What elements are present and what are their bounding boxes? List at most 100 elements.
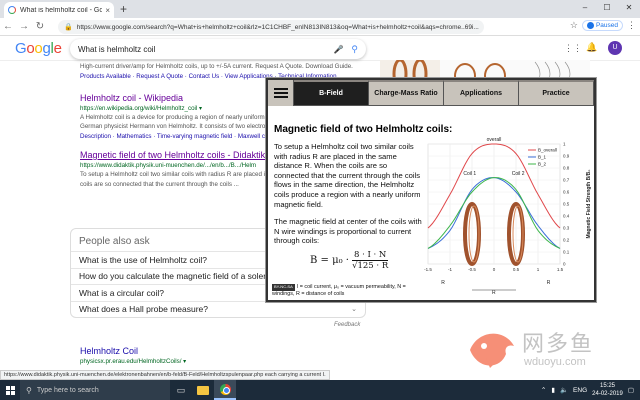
logo-letter: g [42, 40, 51, 57]
tab-strip: What is helmholtz coil - Google × + – ☐ … [0, 0, 640, 18]
chevron-down-icon: ⌄ [351, 306, 357, 314]
tab-close-icon[interactable]: × [105, 6, 110, 15]
back-icon[interactable]: ← [0, 21, 16, 32]
browser-toolbar: ← → ↻ 🔒 https://www.google.com/search?q=… [0, 18, 640, 36]
distance-label: R [492, 290, 496, 296]
y-tick-label: 0.8 [563, 166, 570, 171]
file-explorer-icon[interactable] [192, 380, 214, 400]
y-tick-label: 0.5 [563, 202, 570, 207]
browser-tab[interactable]: What is helmholtz coil - Google × [4, 2, 114, 18]
clock[interactable]: 15:25 24-02-2019 [592, 382, 623, 398]
notification-center-icon[interactable]: ▢ [628, 386, 634, 394]
y-tick-label: 0.4 [563, 214, 570, 219]
y-tick-label: 0.3 [563, 226, 570, 231]
tab-charge-mass-ratio[interactable]: Charge-Mass Ratio [369, 80, 444, 105]
formula-fraction: 8 · I · N √125 · R [351, 250, 389, 271]
avatar[interactable]: U [608, 41, 622, 55]
distance-label: R [441, 280, 445, 286]
paa-question-text: What does a Hall probe measure? [79, 304, 208, 315]
legend-entry: B_overall [538, 148, 557, 153]
chrome-taskbar-icon[interactable] [214, 380, 236, 400]
result-url[interactable]: physicsx.pr.erau.edu/HelmholtzCoils/ ▾ [80, 357, 186, 366]
mic-icon[interactable]: 🎤 [333, 45, 343, 54]
tab-applications[interactable]: Applications [444, 80, 519, 105]
paa-question-text: How do you calculate the magnetic field … [79, 271, 285, 282]
system-tray: ⌃ ▮ 🔈 ENG 15:25 24-02-2019 ▢ [541, 380, 634, 400]
bookmark-star-icon[interactable]: ☆ [570, 20, 578, 31]
y-tick-label: 0.6 [563, 190, 570, 195]
formula-numerator: 8 · I · N [351, 250, 389, 261]
task-view-icon[interactable]: ▭ [170, 380, 192, 400]
x-tick-label: 0.5 [513, 267, 520, 272]
url-text: https://www.google.com/search?q=What+is+… [76, 23, 479, 31]
watermark: 网多鱼 wduoyu.com [464, 322, 634, 378]
tab-title: What is helmholtz coil - Google [20, 6, 103, 14]
field-strength-chart: -1.5 -1 -0.5 0 0.5 1 1.500.10.20.30.40.50.60.7… [424, 137, 592, 296]
windows-start-icon[interactable] [0, 380, 20, 400]
apps-grid-icon[interactable]: ⋮⋮ [564, 43, 582, 54]
lock-icon: 🔒 [64, 24, 73, 31]
new-tab-button[interactable]: + [120, 2, 127, 16]
profile-paused-button[interactable]: Paused [581, 20, 623, 31]
helmholtz-applet: B-Field Charge-Mass Ratio Applications P… [266, 78, 596, 302]
feedback-link[interactable]: Feedback [334, 322, 360, 328]
language-indicator[interactable]: ENG [573, 387, 587, 394]
google-favicon-icon [8, 6, 16, 14]
address-bar[interactable]: 🔒 https://www.google.com/search?q=What+i… [58, 20, 484, 34]
x-tick-label: 1.5 [557, 267, 564, 272]
reload-icon[interactable]: ↻ [32, 21, 48, 32]
applet-paragraph: To setup a Helmholtz coil two similar co… [274, 142, 421, 209]
maximize-button[interactable]: ☐ [596, 0, 618, 16]
window-controls: – ☐ ✕ [574, 0, 640, 16]
y-axis-label: Magnetic Field Strength B/B₀ [586, 170, 592, 239]
formula-legend: BY-NC-SA I = coil current, μ₀ = vacuum pe… [272, 284, 422, 298]
paused-label: Paused [595, 22, 618, 29]
link-status-bar: https://www.didaktik.physik.uni-muenchen… [0, 370, 330, 380]
clock-date: 24-02-2019 [592, 391, 623, 397]
chrome-menu-icon[interactable]: ⋮ [627, 20, 636, 31]
tab-practice[interactable]: Practice [519, 80, 594, 105]
watermark-domain: wduoyu.com [524, 356, 586, 368]
logo-letter: G [15, 40, 27, 57]
curve-label: overall [487, 137, 502, 143]
close-window-button[interactable]: ✕ [618, 0, 640, 16]
y-tick-label: 0.7 [563, 178, 570, 183]
search-icon[interactable]: ⚲ [351, 44, 358, 55]
y-tick-label: 0.2 [563, 238, 570, 243]
network-icon[interactable]: ▮ [551, 386, 555, 394]
search-input[interactable]: What is helmholtz coil 🎤 ⚲ [70, 39, 366, 59]
tray-up-icon[interactable]: ⌃ [541, 386, 546, 394]
google-logo[interactable]: Google [15, 40, 62, 57]
status-tail: each carrying a current I. [264, 372, 326, 378]
watermark-cn: 网多鱼 [522, 332, 595, 357]
x-tick-label: -1 [448, 267, 452, 272]
applet-tabbar: B-Field Charge-Mass Ratio Applications P… [268, 80, 594, 106]
y-tick-label: 0.9 [563, 154, 570, 159]
status-url: https://www.didaktik.physik.uni-muenchen… [4, 372, 264, 378]
cc-license-badge[interactable]: BY-NC-SA [272, 284, 295, 291]
curve-label: Coil 1 [463, 171, 476, 177]
formula-lhs: B = μ₀ · [310, 255, 349, 266]
paa-question-text: What is the use of Helmholtz coil? [79, 254, 208, 265]
minimize-button[interactable]: – [574, 0, 596, 16]
y-tick-label: 1 [563, 142, 566, 147]
volume-icon[interactable]: 🔈 [560, 386, 568, 394]
distance-label: R [547, 280, 551, 286]
legend-entry: B_2 [538, 162, 547, 167]
toolbar-right: ☆ Paused ⋮ [568, 20, 636, 31]
hamburger-menu-icon[interactable] [268, 80, 294, 106]
search-query[interactable]: What is helmholtz coil [78, 45, 333, 54]
formula-denominator: √125 · R [352, 261, 389, 271]
paa-question-text: What is a circular coil? [79, 287, 165, 298]
logo-letter: e [53, 40, 62, 57]
x-tick-label: -0.5 [468, 267, 476, 272]
tab-b-field[interactable]: B-Field [294, 80, 369, 105]
paa-question[interactable]: What does a Hall probe measure? ⌄ [71, 300, 365, 318]
taskbar-search[interactable]: ⚲ Type here to search [20, 380, 170, 400]
forward-icon[interactable]: → [16, 21, 32, 32]
applet-paragraph: The magnetic field at center of the coil… [274, 217, 422, 246]
notifications-bell-icon[interactable]: 🔔 [586, 42, 597, 53]
profile-dot-icon [586, 22, 594, 29]
x-tick-label: 1 [537, 267, 540, 272]
result-title[interactable]: Helmholtz Coil [80, 345, 186, 357]
